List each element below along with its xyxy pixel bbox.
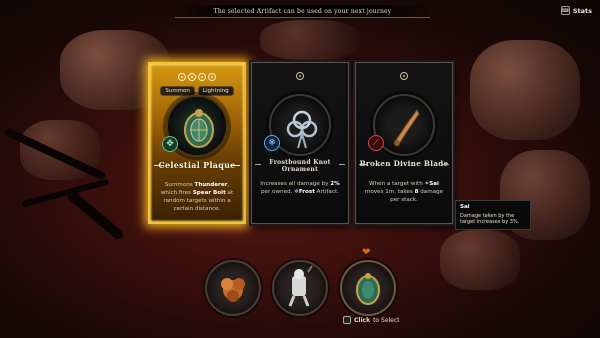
desc-text: per owned.	[260, 189, 295, 195]
card-name: Broken Divine Blade	[359, 159, 449, 168]
tier-indicator	[252, 72, 348, 80]
tier-dot-icon	[178, 73, 186, 81]
bg-branch	[64, 188, 126, 242]
heart-icon: ❤	[362, 247, 371, 258]
frostbound-knot-icon	[286, 110, 318, 149]
tier-indicator	[150, 73, 244, 81]
tier-dot-icon	[208, 73, 216, 81]
tooltip-title: Sai	[460, 204, 470, 210]
click-hint: Click to Select	[343, 316, 400, 324]
desc-keyword: Frost	[298, 189, 315, 195]
tier-dot-icon	[400, 72, 408, 80]
desc-text: Summons	[164, 182, 195, 188]
bg-branch	[20, 178, 110, 208]
desc-text: moves 1m, takes	[364, 189, 415, 195]
desc-keyword: 2%	[330, 181, 340, 187]
journey-banner: The selected Artifact can be used on you…	[175, 5, 430, 18]
desc-text: When a target with	[369, 181, 425, 187]
bone-knight-icon	[288, 265, 313, 307]
owned-artifact-slot[interactable]	[272, 260, 328, 316]
name-rule-right	[339, 164, 345, 165]
artifact-card-broken-divine-blade[interactable]: ⟋ Broken Divine Blade When a target with…	[355, 62, 453, 224]
bg-rock	[470, 40, 580, 140]
tier-dot-icon	[188, 73, 196, 81]
orange-blossom-icon	[221, 278, 245, 302]
celestial-plaque-icon	[184, 109, 214, 148]
celestial-plaque-icon	[356, 273, 380, 305]
bg-rock	[260, 20, 360, 60]
owned-artifact-slot[interactable]	[340, 260, 396, 316]
name-rule-right	[230, 165, 240, 166]
tag-summon: Summon	[160, 86, 195, 96]
tooltip-body: Damage taken by the target increases by …	[460, 212, 520, 226]
blood-slash-icon: ⟋	[368, 135, 384, 151]
desc-keyword: Spear Bolt	[192, 190, 226, 196]
card-description: Increases all damage by 2% per owned. ❄F…	[258, 180, 342, 196]
mouse-key-icon	[343, 316, 351, 324]
artifact-card-frostbound-knot[interactable]: ❄ Frostbound Knot Ornament Increases all…	[251, 62, 349, 224]
stats-button[interactable]: ⌨ Stats	[560, 5, 592, 16]
tag-lightning: Lightning	[197, 86, 234, 96]
owned-artifact-slot[interactable]	[205, 260, 261, 316]
artifact-card-celestial-plaque[interactable]: Summon Lightning ✥ Celestial Plaque Summ…	[148, 62, 246, 224]
tier-dot-icon	[198, 73, 206, 81]
card-description: Summons Thunderer, which fires Spear Bol…	[156, 181, 238, 213]
name-rule-right	[441, 164, 449, 165]
click-label: Click	[354, 316, 371, 324]
tier-dot-icon	[296, 72, 304, 80]
card-name: Frostbound Knot Ornament	[269, 159, 331, 173]
lightning-rune-icon: ✥	[162, 136, 178, 152]
stats-key-icon: ⌨	[560, 6, 570, 15]
desc-keyword: Sai	[429, 181, 439, 187]
stats-label: Stats	[572, 6, 592, 15]
desc-text: Artifact.	[314, 189, 340, 195]
click-hint-rest: to Select	[373, 316, 400, 324]
keyword-tooltip: Sai Damage taken by the target increases…	[455, 200, 531, 230]
tier-indicator	[356, 72, 452, 80]
card-description: When a target with ✦Sai moves 1m, takes …	[362, 180, 446, 204]
snowflake-icon: ❄	[264, 135, 280, 151]
bg-rock	[440, 230, 520, 290]
broken-blade-icon	[394, 109, 420, 146]
desc-keyword: Thunderer	[194, 182, 228, 188]
desc-text: Increases all damage by	[260, 181, 331, 187]
